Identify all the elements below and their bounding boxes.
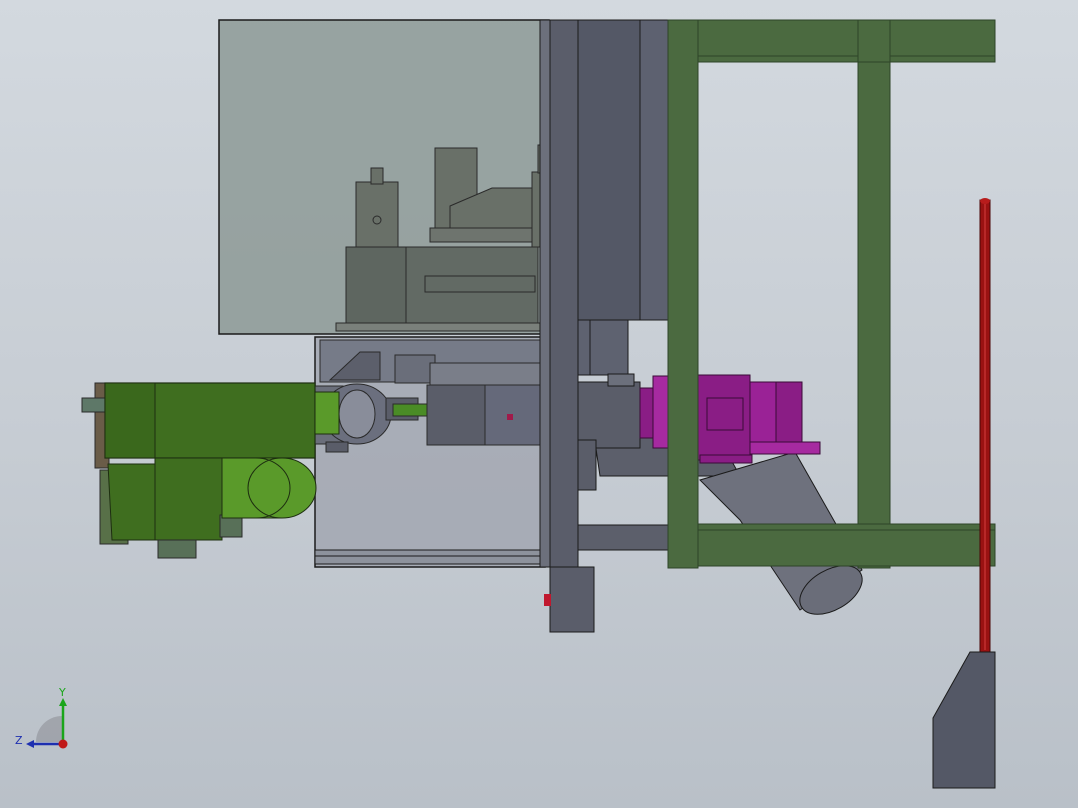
triad-y-label: Y	[58, 686, 66, 699]
assembly-model-view[interactable]	[0, 0, 1078, 808]
red-guide-rod[interactable]	[979, 198, 991, 653]
triad-y-arrowhead	[59, 698, 67, 706]
triad-x-axis-dot	[58, 739, 68, 749]
triad-z-label: Z	[15, 734, 23, 747]
triad-z-arrowhead	[26, 740, 34, 748]
lower-housing[interactable]	[314, 336, 546, 568]
green-gear-motor[interactable]	[81, 382, 340, 559]
orientation-triad[interactable]: Y Z	[10, 684, 82, 756]
cad-graphics-area[interactable]: Y Z	[0, 0, 1078, 808]
triad-arc	[36, 716, 62, 742]
foot-bracket[interactable]	[932, 651, 996, 789]
